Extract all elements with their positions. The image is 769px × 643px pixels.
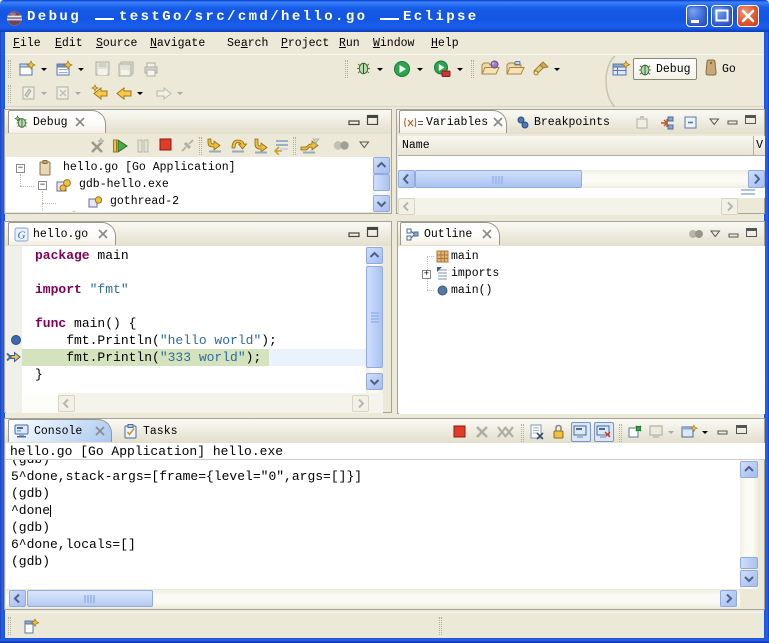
svg-text:G: G xyxy=(18,230,26,242)
